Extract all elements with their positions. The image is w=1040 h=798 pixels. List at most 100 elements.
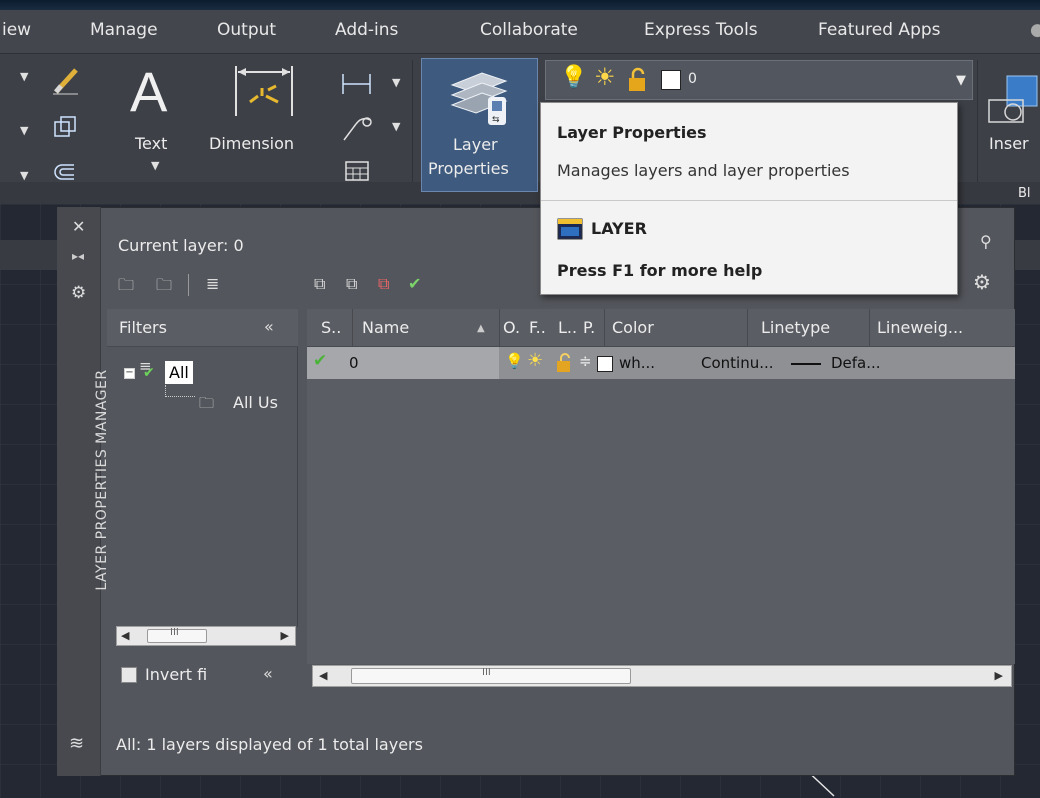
layer-properties-label-line2: Properties (428, 159, 509, 178)
ribbon-tabs: iew Manage Output Add-ins Collaborate Ex… (0, 10, 1040, 54)
scroll-right-icon[interactable]: ▶ (281, 629, 289, 642)
filters-hscrollbar[interactable]: ◀ III ▶ (116, 626, 296, 646)
color-swatch[interactable] (661, 70, 681, 90)
lineweight-sample (791, 363, 821, 365)
tab-add-ins[interactable]: Add-ins (335, 20, 398, 40)
svg-text:⇆: ⇆ (492, 115, 500, 125)
set-current-icon[interactable]: ✔ (408, 274, 421, 293)
chevron-down-icon[interactable]: ▼ (20, 124, 28, 137)
unlock-icon[interactable] (626, 67, 652, 93)
leader-icon[interactable] (340, 114, 374, 144)
text-icon[interactable]: A (130, 64, 167, 120)
chevron-down-icon[interactable]: ▼ (151, 159, 159, 172)
new-layer-icon[interactable]: ⧉ (314, 274, 325, 294)
tooltip-help: Press F1 for more help (557, 261, 763, 280)
layer-properties-label-line1: Layer (453, 135, 498, 154)
layers-hscrollbar[interactable]: ◀ III ▶ (312, 665, 1012, 687)
unlock-icon[interactable] (555, 352, 577, 374)
chevron-down-icon[interactable]: ▼ (956, 73, 966, 88)
erase-icon[interactable] (50, 66, 80, 96)
filter-all-item[interactable]: All (165, 361, 193, 384)
sun-thaw-icon[interactable]: ☀ (527, 350, 543, 371)
column-freeze[interactable]: F.. (529, 318, 546, 337)
tooltip-title: Layer Properties (557, 123, 707, 142)
plot-icon[interactable]: ≑ (579, 352, 592, 370)
lightbulb-on-icon[interactable]: 💡 (505, 352, 524, 370)
chevron-down-icon[interactable]: ▼ (20, 169, 28, 182)
current-layer-label: Current layer: 0 (118, 236, 244, 255)
scroll-right-icon[interactable]: ▶ (995, 669, 1003, 682)
table-icon[interactable] (344, 160, 370, 182)
gear-icon[interactable]: ⚙ (71, 283, 86, 303)
collapse-filters-icon[interactable]: « (264, 317, 274, 336)
layer-list: S.. Name ▲ O. F.. L.. P. Color Linetype … (307, 309, 1015, 664)
tab-output[interactable]: Output (217, 20, 276, 40)
layer-name-cell[interactable]: 0 (349, 354, 359, 372)
new-layer-vp-frozen-icon[interactable]: ⧉ (346, 274, 357, 294)
checkmark-icon: ✔ (143, 365, 155, 381)
column-plot[interactable]: P. (583, 318, 595, 337)
scroll-left-icon[interactable]: ◀ (121, 629, 129, 642)
table-row-right[interactable]: 💡 ☀ ≑ wh... Continu... Defa... (499, 347, 1015, 379)
text-button-label[interactable]: Text (135, 134, 167, 153)
lightbulb-on-icon[interactable]: 💡 (560, 67, 587, 89)
layer-command-icon (557, 218, 583, 240)
block-panel-label: Bl (1018, 186, 1031, 201)
tooltip-divider (541, 200, 957, 201)
color-swatch[interactable] (597, 356, 613, 372)
chevron-down-icon[interactable]: ▼ (392, 76, 400, 89)
tooltip: Layer Properties Manages layers and laye… (540, 102, 958, 295)
insert-block-icon[interactable] (985, 72, 1040, 128)
dimension-button-label[interactable]: Dimension (209, 134, 294, 153)
tooltip-command: LAYER (591, 219, 647, 238)
layer-states-manager-icon[interactable]: ≣ (206, 274, 219, 293)
chevron-down-icon[interactable]: ▼ (392, 120, 400, 133)
scroll-thumb[interactable]: III (351, 667, 631, 684)
layer-lineweight-cell[interactable]: Defa... (831, 354, 881, 372)
column-name[interactable]: Name (362, 318, 409, 337)
filters-header: Filters « (107, 309, 298, 347)
column-status[interactable]: S.. (321, 318, 341, 337)
new-group-filter-icon[interactable]: 🗀 (156, 274, 172, 301)
invert-filter-checkbox[interactable] (121, 667, 137, 683)
box-icon[interactable] (52, 114, 78, 140)
column-linetype[interactable]: Linetype (761, 318, 830, 337)
tree-collapse-icon[interactable]: − (124, 368, 135, 379)
new-property-filter-icon[interactable]: 🗀 (118, 274, 134, 301)
layer-dropdown[interactable]: 💡 ☀ 0 ▼ (545, 60, 973, 100)
layer-properties-button[interactable]: ⇆ Layer Properties (421, 58, 538, 192)
sun-thaw-icon[interactable]: ☀ (594, 65, 616, 89)
tab-manage[interactable]: Manage (90, 20, 158, 40)
tab-featured-apps[interactable]: Featured Apps (818, 20, 941, 40)
column-color[interactable]: Color (612, 318, 654, 337)
scroll-thumb[interactable]: III (147, 627, 207, 643)
filter-tree: − ≡ ✔ All 🗀 All Us (107, 347, 298, 627)
chevron-down-icon[interactable]: ▼ (20, 70, 28, 83)
tree-connector (165, 385, 195, 397)
column-on[interactable]: O. (503, 318, 520, 337)
layer-color-cell[interactable]: wh... (619, 354, 655, 372)
sort-ascending-icon: ▲ (477, 323, 485, 334)
tab-express-tools[interactable]: Express Tools (644, 20, 758, 40)
tab-overflow-icon[interactable]: ● (1030, 20, 1040, 40)
linear-dimension-icon[interactable] (340, 72, 374, 96)
column-lock[interactable]: L.. (558, 318, 577, 337)
auto-hide-icon[interactable]: ▸◂ (72, 249, 84, 263)
scroll-left-icon[interactable]: ◀ (319, 669, 327, 682)
tab-collaborate[interactable]: Collaborate (480, 20, 578, 40)
invert-filter-label[interactable]: Invert fi (145, 665, 207, 684)
delete-layer-icon[interactable]: ⧉ (378, 274, 389, 294)
tab-view[interactable]: iew (2, 20, 31, 40)
table-row-left[interactable]: ✔ 0 (307, 347, 499, 379)
layer-linetype-cell[interactable]: Continu... (701, 354, 774, 372)
tooltip-description: Manages layers and layer properties (557, 161, 850, 180)
column-lineweight[interactable]: Lineweig... (877, 318, 963, 337)
dimension-icon[interactable] (232, 62, 296, 120)
close-icon[interactable]: ✕ (72, 217, 85, 236)
panel-divider (412, 60, 413, 190)
insert-button-label[interactable]: Inser (989, 134, 1029, 153)
collapse-icon[interactable]: « (263, 664, 273, 683)
search-icon[interactable]: ⚲ (980, 232, 992, 251)
filter-all-used-item[interactable]: All Us (233, 393, 278, 412)
settings-gear-icon[interactable]: ⚙ (973, 270, 991, 294)
